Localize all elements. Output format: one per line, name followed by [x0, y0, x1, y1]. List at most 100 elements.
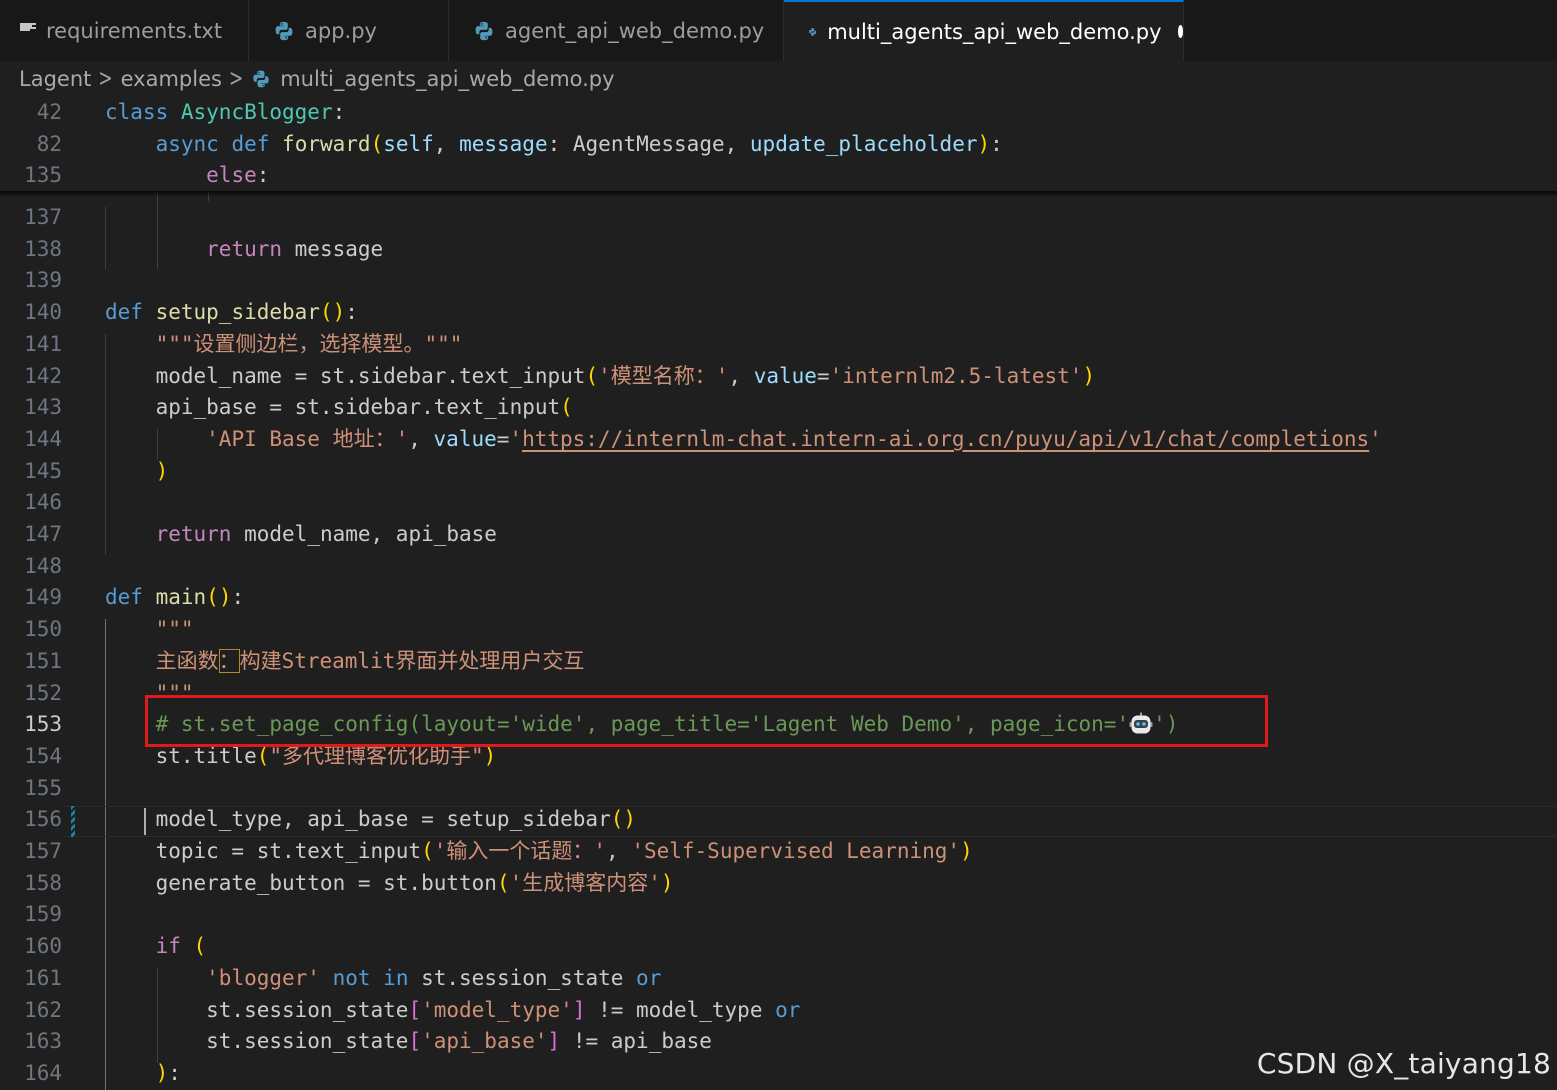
line-number: 153: [24, 712, 62, 737]
code-text: return message: [105, 234, 383, 266]
breadcrumb-item-lagent[interactable]: Lagent: [19, 67, 91, 91]
line-number: 82: [36, 131, 62, 156]
code-token: st.session_state: [408, 965, 637, 990]
code-text: st.title("多代理博客优化助手"): [105, 741, 497, 773]
code-line[interactable]: 155: [0, 773, 1557, 805]
tab-label: requirements.txt: [46, 18, 223, 43]
code-text: else:: [105, 160, 269, 192]
code-token: ): [1082, 363, 1096, 388]
code-line[interactable]: 137: [0, 202, 1557, 234]
code-token: =: [816, 363, 830, 388]
code-token: ,: [408, 426, 434, 451]
line-number: 139: [24, 268, 62, 293]
unsaved-changes-dot-icon[interactable]: [1177, 25, 1183, 38]
line-number: 158: [24, 870, 62, 895]
code-line[interactable]: 157 topic = st.text_input('输入一个话题：', 'Se…: [0, 836, 1557, 868]
code-line[interactable]: 142 model_name = st.sidebar.text_input('…: [0, 361, 1557, 393]
code-token: '): [1153, 712, 1179, 737]
code-line[interactable]: 140 def setup_sidebar():: [0, 297, 1557, 329]
code-token: ,: [433, 131, 460, 156]
code-line[interactable]: 135 else:: [0, 160, 1557, 193]
code-line[interactable]: 146: [0, 487, 1557, 519]
code-text: ):: [105, 1058, 181, 1090]
code-token: or: [636, 965, 662, 990]
code-line[interactable]: 42 class AsyncBlogger:: [0, 97, 1557, 129]
code-line[interactable]: 149 def main():: [0, 582, 1557, 614]
code-line[interactable]: 156 model_type, api_base = setup_sidebar…: [0, 804, 1557, 836]
breadcrumb-item-examples[interactable]: examples: [121, 67, 222, 91]
code-token: not in: [332, 965, 409, 990]
code-line[interactable]: 145 ): [0, 456, 1557, 488]
code-line[interactable]: 153 # st.set_page_config(layout='wide', …: [0, 709, 1557, 741]
code-line[interactable]: 144 'API Base 地址：', value='https://inter…: [0, 424, 1557, 456]
code-token: ,: [728, 363, 754, 388]
breadcrumb-item-file[interactable]: multi_agents_api_web_demo.py: [280, 67, 614, 91]
code-line[interactable]: 82 async def forward(self, message: Agen…: [0, 128, 1557, 161]
code-line[interactable]: 151 主函数：构建Streamlit界面并处理用户交互: [0, 646, 1557, 678]
line-number: 155: [24, 775, 62, 800]
code-text: 'API Base 地址：', value='https://internlm-…: [105, 424, 1382, 456]
code-token: value: [753, 363, 817, 388]
watermark: CSDN @X_taiyang18: [1256, 1047, 1551, 1080]
code-line[interactable]: 141 """设置侧边栏，选择模型。""": [0, 329, 1557, 361]
line-number: 42: [36, 100, 62, 124]
code-line[interactable]: 162 st.session_state['model_type'] != mo…: [0, 995, 1557, 1027]
tab-agent-api-web-demo-py[interactable]: agent_api_web_demo.py: [449, 0, 784, 61]
tab-multi-agents-api-web-demo-py[interactable]: multi_agents_api_web_demo.py: [784, 0, 1184, 61]
code-token: ): [960, 839, 973, 863]
line-number: 163: [24, 1029, 62, 1054]
code-token: def: [105, 585, 143, 610]
tab-requirements-txt[interactable]: requirements.txt: [0, 0, 249, 61]
code-token: update_placeholder: [749, 131, 978, 156]
code-text: return model_name, api_base: [105, 519, 497, 551]
breadcrumb: Lagent > examples > multi_agents_api_web…: [0, 61, 1557, 97]
code-line[interactable]: 158 generate_button = st.button('生成博客内容'…: [0, 868, 1557, 900]
code-token: st.session_state: [105, 997, 409, 1022]
line-number: 147: [24, 522, 62, 546]
line-number: 150: [24, 617, 62, 642]
code-token: def: [105, 300, 143, 325]
code-line[interactable]: 161 'blogger' not in st.session_state or: [0, 963, 1557, 995]
code-line[interactable]: 143 api_base = st.sidebar.text_input(: [0, 392, 1557, 424]
line-number: 160: [24, 934, 62, 959]
code-line[interactable]: 138 return message: [0, 234, 1557, 266]
code-token: :: [332, 100, 346, 124]
code-line[interactable]: 160 if (: [0, 931, 1557, 963]
python-icon: [253, 70, 269, 88]
code-text: if (: [105, 931, 207, 963]
code-token: generate_button = st.button: [105, 870, 497, 895]
line-number: 151: [24, 648, 62, 673]
code-token: """: [155, 617, 194, 642]
code-token: [: [408, 997, 422, 1022]
code-token: "多代理博客优化助手": [269, 743, 484, 768]
code-line[interactable]: 159: [0, 899, 1557, 931]
code-text: ): [105, 456, 169, 488]
code-token: :: [168, 1060, 181, 1085]
code-line[interactable]: 154 st.title("多代理博客优化助手"): [0, 741, 1557, 773]
code-line[interactable]: 152 """: [0, 678, 1557, 710]
line-number: 142: [24, 363, 62, 388]
python-icon: [475, 21, 493, 40]
line-number: 135: [24, 163, 62, 188]
code-text: st.session_state['api_base'] != api_base: [105, 1026, 712, 1058]
code-text: """设置侧边栏，选择模型。""": [105, 329, 463, 361]
line-number: 157: [24, 839, 62, 863]
line-number: 162: [24, 997, 62, 1022]
code-token: ): [155, 1060, 169, 1085]
code-token: (): [206, 585, 232, 610]
code-token: topic = st.text_input: [105, 839, 422, 863]
code-line[interactable]: 148: [0, 551, 1557, 583]
code-editor[interactable]: 137 138 return message 139 140 def setup_sid…: [0, 97, 1557, 1090]
tab-app-py[interactable]: app.py: [249, 0, 449, 61]
code-line[interactable]: 139: [0, 265, 1557, 297]
code-token: :: [256, 163, 270, 188]
code-line[interactable]: 150 """: [0, 614, 1557, 646]
code-line[interactable]: 147 return model_name, api_base: [0, 519, 1557, 551]
